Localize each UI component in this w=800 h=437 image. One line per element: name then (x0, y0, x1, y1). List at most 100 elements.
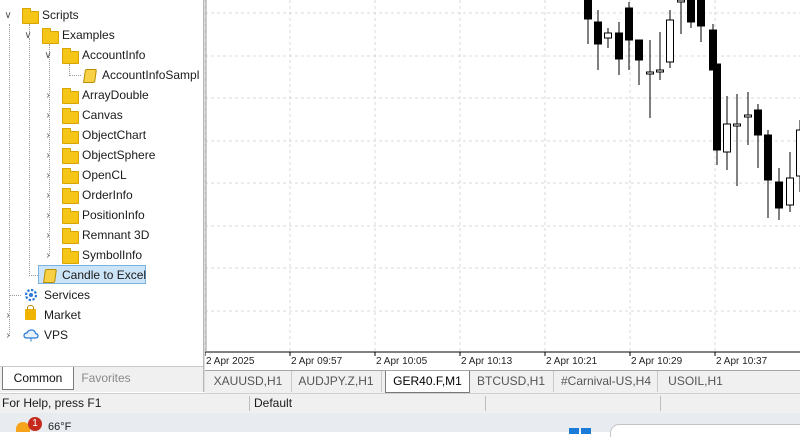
chart-tab-audjpy[interactable]: AUDJPY.Z,H1 (291, 371, 382, 392)
candle-body (667, 20, 674, 62)
folder-icon (62, 231, 79, 244)
chevron-right-icon[interactable]: › (43, 226, 53, 245)
candle-body (678, 0, 685, 2)
tree-item-canvas[interactable]: › Canvas (0, 106, 203, 125)
tree-item-remnant-3d[interactable]: › Remnant 3D (0, 226, 203, 245)
tree-item-label: AccountInfoSampl (102, 66, 199, 85)
candle-body (688, 0, 695, 22)
candle-body (776, 182, 783, 208)
tree-item-opencl[interactable]: › OpenCL (0, 166, 203, 185)
price-chart[interactable]: 2 Apr 20252 Apr 09:572 Apr 10:052 Apr 10… (205, 0, 800, 370)
candle-body (605, 33, 612, 38)
navigator-panel: ∨ Scripts∨Examples∨ AccountInfoAccountInfo… (0, 0, 203, 366)
navigator-tabs: Common Favorites (0, 366, 203, 392)
tree-item-label: Services (44, 286, 90, 305)
time-label: 2 Apr 09:57 (291, 356, 343, 367)
tree-item-vps[interactable]: › VPS (0, 326, 203, 345)
chart-tab-ger40[interactable]: GER40.F,M1 (385, 371, 470, 393)
windows-start-icon[interactable] (569, 428, 591, 434)
notification-badge: 1 (28, 417, 42, 431)
folder-icon (62, 191, 79, 204)
tree-item-accountinfosampl[interactable]: AccountInfoSampl (0, 66, 203, 85)
candle-body (616, 33, 623, 59)
chevron-right-icon[interactable]: › (43, 186, 53, 205)
script-icon (43, 269, 57, 283)
chevron-down-icon[interactable]: ∨ (23, 26, 33, 45)
cloud-icon (23, 329, 39, 341)
candle-body (585, 0, 592, 19)
status-separator (660, 396, 661, 411)
tree-item-label: VPS (44, 326, 68, 345)
status-profile: Default (254, 394, 292, 413)
tree-item-objectsphere[interactable]: › ObjectSphere (0, 146, 203, 165)
chevron-right-icon[interactable]: › (43, 86, 53, 105)
folder-icon (62, 51, 79, 64)
tree-item-arraydouble[interactable]: › ArrayDouble (0, 86, 203, 105)
temperature-label[interactable]: 66°F (48, 421, 71, 433)
chart-tabs: XAUUSD,H1 AUDJPY.Z,H1 GER40.F,M1 BTCUSD,… (205, 370, 800, 393)
market-bag-icon (25, 309, 36, 320)
chevron-right-icon[interactable]: › (43, 206, 53, 225)
candle-body (787, 178, 794, 205)
tree-item-label: OpenCL (82, 166, 127, 185)
time-label: 2 Apr 10:13 (461, 356, 513, 367)
tree-item-label: Market (44, 306, 81, 325)
status-separator (485, 396, 486, 411)
tree-item-positioninfo[interactable]: ›PositionInfo (0, 206, 203, 225)
folder-icon (62, 251, 79, 264)
folder-icon (42, 31, 59, 44)
time-label: 2 Apr 10:29 (631, 356, 683, 367)
chart-tab-xauusd[interactable]: XAUUSD,H1 (205, 371, 292, 392)
candle-body (595, 22, 602, 44)
tree-item-market[interactable]: › Market (0, 306, 203, 325)
candle-body (636, 40, 643, 60)
tree-item-label: ArrayDouble (82, 86, 149, 105)
chevron-right-icon[interactable]: › (3, 326, 13, 345)
chart-tab-usoil[interactable]: USOIL,H1 (658, 371, 733, 392)
chevron-right-icon[interactable]: › (43, 126, 53, 145)
tree-item-label: Canvas (82, 106, 123, 125)
chart-canvas[interactable]: 2 Apr 20252 Apr 09:572 Apr 10:052 Apr 10… (205, 0, 800, 370)
candle-body (698, 0, 705, 26)
tab-favorites[interactable]: Favorites (74, 367, 138, 389)
gear-icon (24, 288, 38, 302)
tree-item-examples[interactable]: ∨Examples (0, 26, 203, 45)
tree-item-candle-to-excel[interactable]: Candle to Excel (0, 266, 203, 285)
chevron-down-icon[interactable]: ∨ (3, 6, 13, 25)
chevron-right-icon[interactable]: › (43, 146, 53, 165)
tree-item-scripts[interactable]: ∨ Scripts (0, 6, 203, 25)
chevron-down-icon[interactable]: ∨ (43, 46, 53, 65)
tree-item-services[interactable]: Services (0, 286, 203, 305)
tree-item-label: Scripts (42, 6, 79, 25)
folder-icon (62, 91, 79, 104)
time-label: 2 Apr 10:21 (546, 356, 598, 367)
tree-item-label: ObjectChart (82, 126, 146, 145)
scripts-folder-icon (22, 11, 39, 24)
candle-body (626, 8, 633, 40)
chart-tab-btcusd[interactable]: BTCUSD,H1 (469, 371, 554, 392)
tree-item-label: ObjectSphere (82, 146, 155, 165)
candle-body (765, 135, 772, 180)
tree-item-label: Remnant 3D (82, 226, 149, 245)
tree-item-accountinfo[interactable]: ∨ AccountInfo (0, 46, 203, 65)
tree-item-label: Candle to Excel (62, 266, 146, 285)
candle-body (745, 115, 752, 117)
tree-item-orderinfo[interactable]: ›OrderInfo (0, 186, 203, 205)
candle-body (724, 124, 731, 152)
folder-icon (62, 171, 79, 184)
chevron-right-icon[interactable]: › (43, 246, 53, 265)
tree-item-label: AccountInfo (82, 46, 145, 65)
chart-tab-carnival[interactable]: #Carnival-US,H4 (555, 371, 658, 392)
chevron-right-icon[interactable]: › (3, 306, 13, 325)
tab-common[interactable]: Common (2, 367, 74, 390)
folder-icon (62, 111, 79, 124)
folder-icon (62, 211, 79, 224)
taskbar-search-box[interactable] (610, 424, 800, 437)
candle-body (714, 64, 721, 150)
tree-item-symbolinfo[interactable]: ›SymbolInfo (0, 246, 203, 265)
status-help-text: For Help, press F1 (2, 394, 101, 413)
chevron-right-icon[interactable]: › (43, 106, 53, 125)
taskbar: 1 66°F (0, 413, 800, 432)
tree-item-objectchart[interactable]: › ObjectChart (0, 126, 203, 145)
chevron-right-icon[interactable]: › (43, 166, 53, 185)
